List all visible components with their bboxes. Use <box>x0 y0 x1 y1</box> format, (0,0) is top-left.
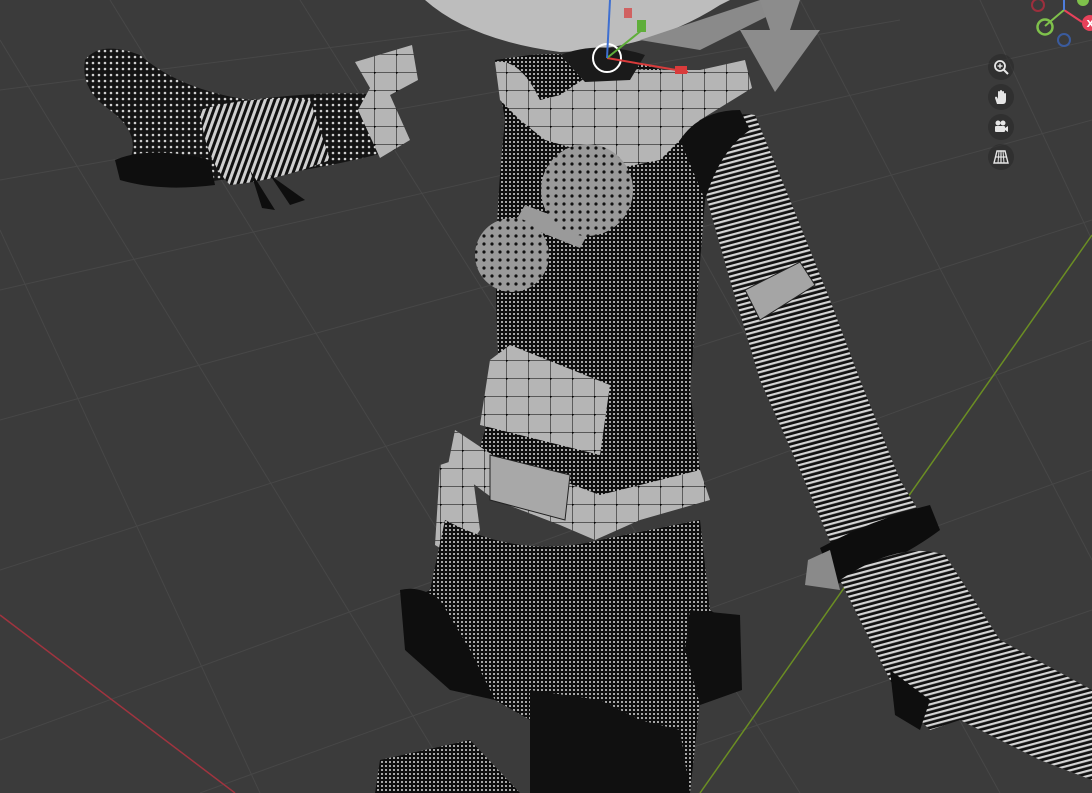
zoom-button[interactable] <box>988 54 1014 80</box>
hand-icon <box>995 90 1006 104</box>
pan-button[interactable] <box>988 84 1014 110</box>
grid-perspective-icon <box>993 150 1009 164</box>
gizmo-y-top <box>1077 0 1089 6</box>
navigation-gizmo[interactable]: X <box>982 0 1092 60</box>
camera-button[interactable] <box>988 114 1014 140</box>
viewport-tools <box>988 54 1016 170</box>
gizmo-x-label: X <box>1087 19 1092 30</box>
necklace-ball-large <box>541 144 633 236</box>
zoom-in-icon <box>994 60 1009 75</box>
gizmo-neg-x <box>1031 0 1045 12</box>
3d-viewport[interactable]: X <box>0 0 1092 793</box>
perspective-button[interactable] <box>988 144 1014 170</box>
camera-icon <box>995 120 1008 132</box>
necklace-ball-small <box>475 218 549 292</box>
gizmo-y-ball <box>1036 18 1054 36</box>
gizmo-neg-z <box>1057 33 1071 47</box>
viewport-scene[interactable] <box>0 0 1092 793</box>
